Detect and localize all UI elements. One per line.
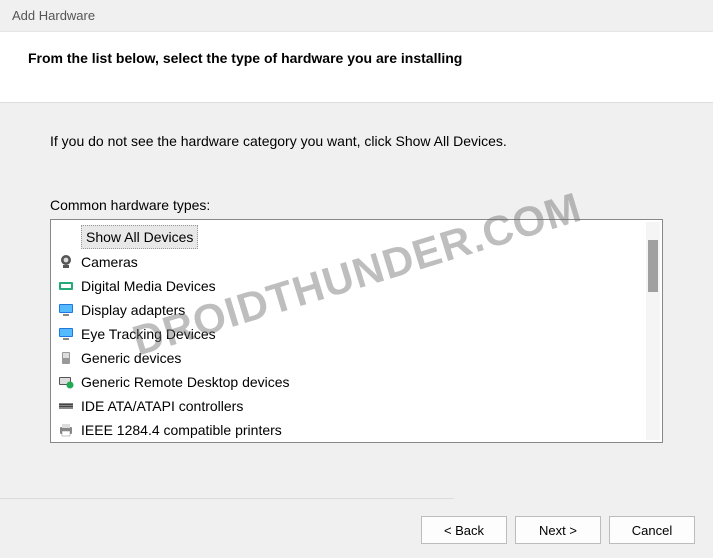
list-item-remote-desktop[interactable]: Generic Remote Desktop devices	[53, 370, 660, 394]
back-button[interactable]: < Back	[421, 516, 507, 544]
media-icon	[57, 277, 75, 295]
display-icon	[57, 301, 75, 319]
list-item-label: Generic Remote Desktop devices	[81, 371, 290, 393]
list-item-cameras[interactable]: Cameras	[53, 250, 660, 274]
list-item-eye-tracking[interactable]: Eye Tracking Devices	[53, 322, 660, 346]
list-item-ieee-printers[interactable]: IEEE 1284.4 compatible printers	[53, 418, 660, 442]
list-item-generic[interactable]: Generic devices	[53, 346, 660, 370]
blank-icon	[57, 228, 75, 246]
list-item-display-adapters[interactable]: Display adapters	[53, 298, 660, 322]
list-item-show-all[interactable]: Show All Devices	[53, 224, 660, 250]
list-item-digital-media[interactable]: Digital Media Devices	[53, 274, 660, 298]
list-item-label: IDE ATA/ATAPI controllers	[81, 395, 243, 417]
eye-icon	[57, 325, 75, 343]
wizard-heading: From the list below, select the type of …	[28, 50, 685, 66]
next-button[interactable]: Next >	[515, 516, 601, 544]
remote-icon	[57, 373, 75, 391]
list-item-label: IEEE 1284.4 devices	[81, 440, 211, 443]
cancel-button[interactable]: Cancel	[609, 516, 695, 544]
camera-icon	[57, 253, 75, 271]
scrollbar-thumb[interactable]	[648, 240, 658, 292]
list-item-label: Display adapters	[81, 299, 185, 321]
printer-icon	[57, 421, 75, 439]
list-item-label: Digital Media Devices	[81, 275, 216, 297]
hardware-listbox[interactable]: Show All Devices Cameras Digital Media D…	[50, 219, 663, 443]
wizard-content: If you do not see the hardware category …	[0, 103, 713, 453]
instruction-text: If you do not see the hardware category …	[50, 133, 663, 149]
list-item-label: Generic devices	[81, 347, 181, 369]
list-item-ieee-devices[interactable]: IEEE 1284.4 devices	[53, 440, 660, 443]
list-item-label: IEEE 1284.4 compatible printers	[81, 419, 282, 441]
scrollbar[interactable]	[646, 222, 660, 440]
wizard-button-row: < Back Next > Cancel	[421, 516, 695, 544]
list-item-label: Show All Devices	[81, 225, 198, 249]
generic-icon	[57, 349, 75, 367]
ide-icon	[57, 397, 75, 415]
list-item-ide-ata[interactable]: IDE ATA/ATAPI controllers	[53, 394, 660, 418]
list-item-label: Eye Tracking Devices	[81, 323, 216, 345]
list-label: Common hardware types:	[50, 197, 663, 213]
list-item-label: Cameras	[81, 251, 138, 273]
window-title: Add Hardware	[0, 0, 713, 32]
wizard-header: From the list below, select the type of …	[0, 32, 713, 103]
